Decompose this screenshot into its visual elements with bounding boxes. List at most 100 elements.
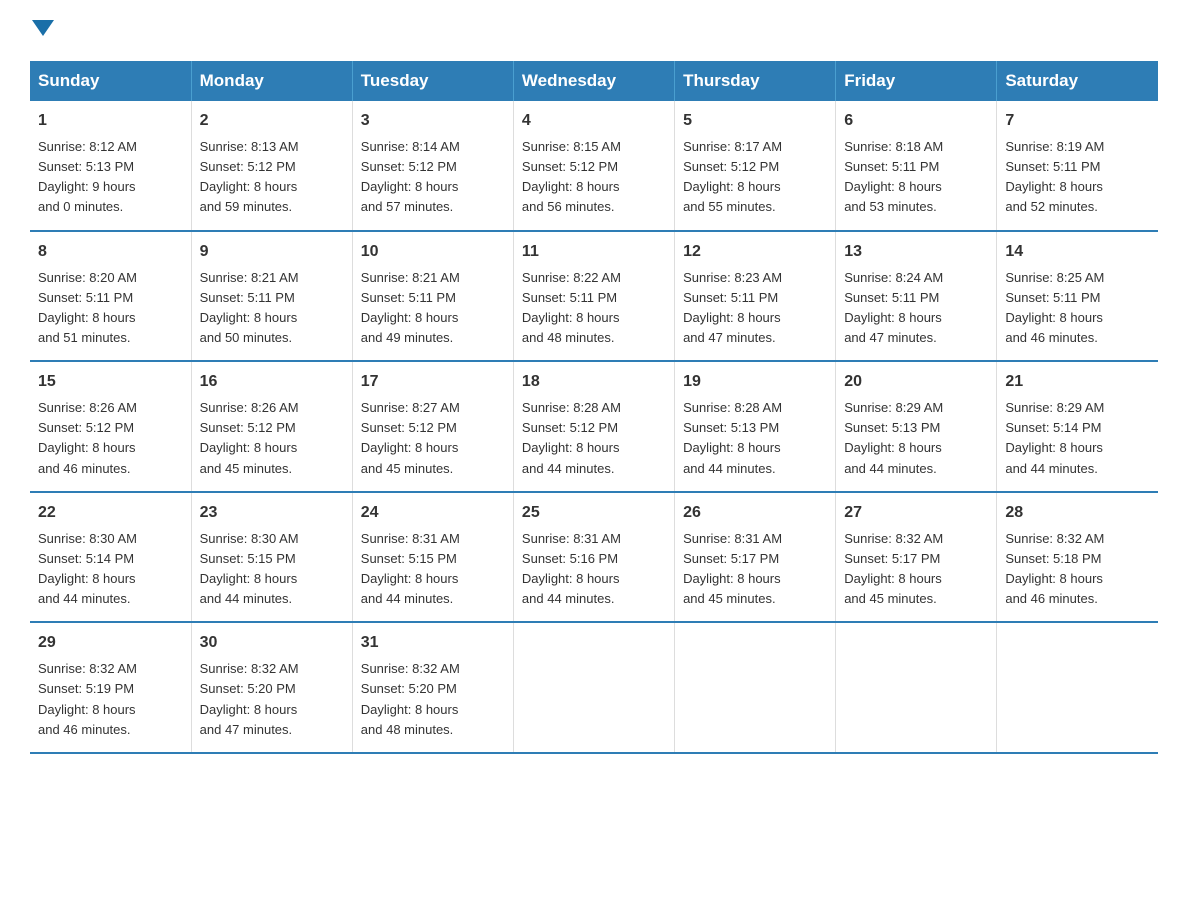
- calendar-cell: 26 Sunrise: 8:31 AMSunset: 5:17 PMDayligh…: [675, 492, 836, 623]
- day-number: 9: [200, 240, 344, 264]
- calendar-cell: 15 Sunrise: 8:26 AMSunset: 5:12 PMDayligh…: [30, 361, 191, 492]
- calendar-cell: 31 Sunrise: 8:32 AMSunset: 5:20 PMDayligh…: [352, 622, 513, 753]
- calendar-cell: 8 Sunrise: 8:20 AMSunset: 5:11 PMDaylight…: [30, 231, 191, 362]
- day-number: 16: [200, 370, 344, 394]
- day-number: 22: [38, 501, 183, 525]
- calendar-cell: 13 Sunrise: 8:24 AMSunset: 5:11 PMDayligh…: [836, 231, 997, 362]
- day-number: 21: [1005, 370, 1150, 394]
- calendar-cell: 2 Sunrise: 8:13 AMSunset: 5:12 PMDaylight…: [191, 101, 352, 231]
- calendar-cell: 5 Sunrise: 8:17 AMSunset: 5:12 PMDaylight…: [675, 101, 836, 231]
- week-row-5: 29 Sunrise: 8:32 AMSunset: 5:19 PMDayligh…: [30, 622, 1158, 753]
- day-number: 29: [38, 631, 183, 655]
- header-monday: Monday: [191, 61, 352, 101]
- calendar-cell: 6Sunrise: 8:18 AMSunset: 5:11 PMDaylight…: [836, 101, 997, 231]
- day-info: Sunrise: 8:26 AMSunset: 5:12 PMDaylight:…: [38, 400, 137, 475]
- day-info: Sunrise: 8:25 AMSunset: 5:11 PMDaylight:…: [1005, 270, 1104, 345]
- day-number: 24: [361, 501, 505, 525]
- day-number: 14: [1005, 240, 1150, 264]
- day-info: Sunrise: 8:26 AMSunset: 5:12 PMDaylight:…: [200, 400, 299, 475]
- day-number: 4: [522, 109, 666, 133]
- calendar-cell: 18 Sunrise: 8:28 AMSunset: 5:12 PMDayligh…: [513, 361, 674, 492]
- calendar-cell: 17 Sunrise: 8:27 AMSunset: 5:12 PMDayligh…: [352, 361, 513, 492]
- header-saturday: Saturday: [997, 61, 1158, 101]
- calendar-cell: 10 Sunrise: 8:21 AMSunset: 5:11 PMDayligh…: [352, 231, 513, 362]
- day-info: Sunrise: 8:20 AMSunset: 5:11 PMDaylight:…: [38, 270, 137, 345]
- calendar-cell: 27 Sunrise: 8:32 AMSunset: 5:17 PMDayligh…: [836, 492, 997, 623]
- day-info: Sunrise: 8:31 AMSunset: 5:16 PMDaylight:…: [522, 531, 621, 606]
- day-info: Sunrise: 8:31 AMSunset: 5:15 PMDaylight:…: [361, 531, 460, 606]
- calendar-cell: 4 Sunrise: 8:15 AMSunset: 5:12 PMDaylight…: [513, 101, 674, 231]
- calendar-cell: 1Sunrise: 8:12 AMSunset: 5:13 PMDaylight…: [30, 101, 191, 231]
- calendar-cell: [836, 622, 997, 753]
- day-number: 26: [683, 501, 827, 525]
- day-number: 13: [844, 240, 988, 264]
- calendar-cell: 30Sunrise: 8:32 AMSunset: 5:20 PMDayligh…: [191, 622, 352, 753]
- day-info: Sunrise: 8:17 AMSunset: 5:12 PMDaylight:…: [683, 139, 782, 214]
- day-info: Sunrise: 8:13 AMSunset: 5:12 PMDaylight:…: [200, 139, 299, 214]
- calendar-cell: 24 Sunrise: 8:31 AMSunset: 5:15 PMDayligh…: [352, 492, 513, 623]
- calendar-cell: 11 Sunrise: 8:22 AMSunset: 5:11 PMDayligh…: [513, 231, 674, 362]
- calendar-cell: 16 Sunrise: 8:26 AMSunset: 5:12 PMDayligh…: [191, 361, 352, 492]
- day-info: Sunrise: 8:22 AMSunset: 5:11 PMDaylight:…: [522, 270, 621, 345]
- day-number: 2: [200, 109, 344, 133]
- day-number: 5: [683, 109, 827, 133]
- calendar-cell: 7 Sunrise: 8:19 AMSunset: 5:11 PMDaylight…: [997, 101, 1158, 231]
- calendar-cell: 21 Sunrise: 8:29 AMSunset: 5:14 PMDayligh…: [997, 361, 1158, 492]
- day-info: Sunrise: 8:12 AMSunset: 5:13 PMDaylight:…: [38, 139, 137, 214]
- day-info: Sunrise: 8:15 AMSunset: 5:12 PMDaylight:…: [522, 139, 621, 214]
- day-number: 8: [38, 240, 183, 264]
- day-info: Sunrise: 8:27 AMSunset: 5:12 PMDaylight:…: [361, 400, 460, 475]
- day-info: Sunrise: 8:14 AMSunset: 5:12 PMDaylight:…: [361, 139, 460, 214]
- day-number: 20: [844, 370, 988, 394]
- day-number: 23: [200, 501, 344, 525]
- day-info: Sunrise: 8:19 AMSunset: 5:11 PMDaylight:…: [1005, 139, 1104, 214]
- calendar-cell: 9Sunrise: 8:21 AMSunset: 5:11 PMDaylight…: [191, 231, 352, 362]
- day-number: 25: [522, 501, 666, 525]
- calendar-table: SundayMondayTuesdayWednesdayThursdayFrid…: [30, 61, 1158, 754]
- calendar-cell: 28 Sunrise: 8:32 AMSunset: 5:18 PMDayligh…: [997, 492, 1158, 623]
- calendar-cell: [513, 622, 674, 753]
- day-info: Sunrise: 8:28 AMSunset: 5:13 PMDaylight:…: [683, 400, 782, 475]
- calendar-header-row: SundayMondayTuesdayWednesdayThursdayFrid…: [30, 61, 1158, 101]
- day-number: 19: [683, 370, 827, 394]
- day-info: Sunrise: 8:23 AMSunset: 5:11 PMDaylight:…: [683, 270, 782, 345]
- day-number: 7: [1005, 109, 1150, 133]
- day-info: Sunrise: 8:31 AMSunset: 5:17 PMDaylight:…: [683, 531, 782, 606]
- day-info: Sunrise: 8:32 AMSunset: 5:17 PMDaylight:…: [844, 531, 943, 606]
- day-info: Sunrise: 8:21 AMSunset: 5:11 PMDaylight:…: [361, 270, 460, 345]
- header-tuesday: Tuesday: [352, 61, 513, 101]
- week-row-3: 15 Sunrise: 8:26 AMSunset: 5:12 PMDayligh…: [30, 361, 1158, 492]
- day-info: Sunrise: 8:30 AMSunset: 5:14 PMDaylight:…: [38, 531, 137, 606]
- header-thursday: Thursday: [675, 61, 836, 101]
- day-number: 18: [522, 370, 666, 394]
- day-number: 31: [361, 631, 505, 655]
- week-row-2: 8 Sunrise: 8:20 AMSunset: 5:11 PMDaylight…: [30, 231, 1158, 362]
- day-number: 11: [522, 240, 666, 264]
- header-sunday: Sunday: [30, 61, 191, 101]
- header-friday: Friday: [836, 61, 997, 101]
- day-number: 15: [38, 370, 183, 394]
- calendar-cell: 23Sunrise: 8:30 AMSunset: 5:15 PMDayligh…: [191, 492, 352, 623]
- calendar-cell: 12 Sunrise: 8:23 AMSunset: 5:11 PMDayligh…: [675, 231, 836, 362]
- day-info: Sunrise: 8:32 AMSunset: 5:20 PMDaylight:…: [361, 661, 460, 736]
- logo: [30, 20, 54, 41]
- day-info: Sunrise: 8:32 AMSunset: 5:20 PMDaylight:…: [200, 661, 299, 736]
- day-number: 27: [844, 501, 988, 525]
- day-number: 17: [361, 370, 505, 394]
- day-info: Sunrise: 8:32 AMSunset: 5:19 PMDaylight:…: [38, 661, 137, 736]
- day-number: 10: [361, 240, 505, 264]
- day-number: 28: [1005, 501, 1150, 525]
- day-info: Sunrise: 8:29 AMSunset: 5:14 PMDaylight:…: [1005, 400, 1104, 475]
- day-number: 3: [361, 109, 505, 133]
- calendar-cell: 14 Sunrise: 8:25 AMSunset: 5:11 PMDayligh…: [997, 231, 1158, 362]
- day-info: Sunrise: 8:28 AMSunset: 5:12 PMDaylight:…: [522, 400, 621, 475]
- calendar-cell: 3 Sunrise: 8:14 AMSunset: 5:12 PMDaylight…: [352, 101, 513, 231]
- week-row-1: 1Sunrise: 8:12 AMSunset: 5:13 PMDaylight…: [30, 101, 1158, 231]
- calendar-cell: 22 Sunrise: 8:30 AMSunset: 5:14 PMDayligh…: [30, 492, 191, 623]
- day-number: 12: [683, 240, 827, 264]
- day-info: Sunrise: 8:32 AMSunset: 5:18 PMDaylight:…: [1005, 531, 1104, 606]
- calendar-cell: 29 Sunrise: 8:32 AMSunset: 5:19 PMDayligh…: [30, 622, 191, 753]
- day-info: Sunrise: 8:24 AMSunset: 5:11 PMDaylight:…: [844, 270, 943, 345]
- calendar-cell: [675, 622, 836, 753]
- calendar-cell: 25 Sunrise: 8:31 AMSunset: 5:16 PMDayligh…: [513, 492, 674, 623]
